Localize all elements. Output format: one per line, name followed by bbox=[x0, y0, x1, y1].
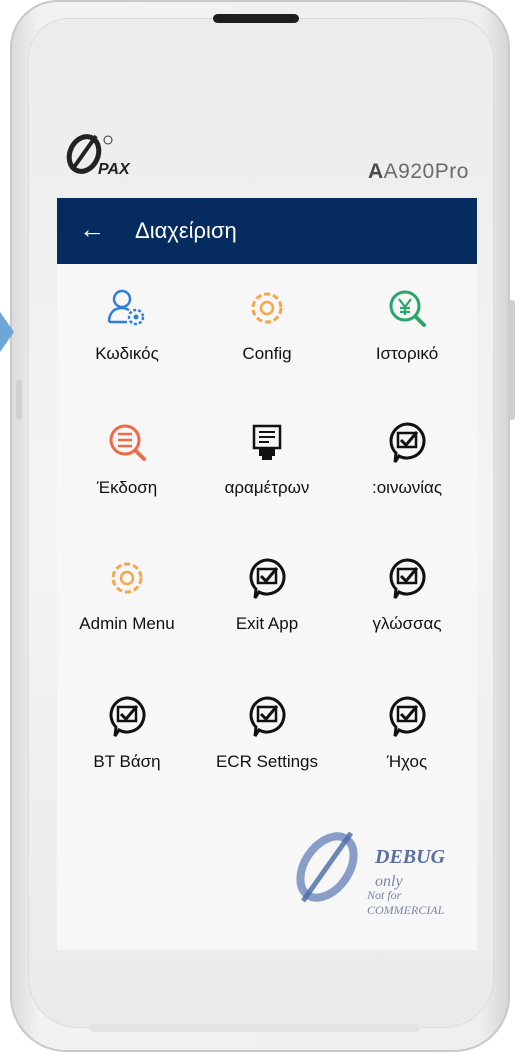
device-bottom-edge bbox=[90, 1024, 420, 1032]
screen: ← Διαχείριση Κωδικός Config Ιστορικό Έκδ… bbox=[57, 198, 477, 950]
menu-item-label: Ήχος bbox=[386, 752, 428, 771]
model-label: AA920Pro bbox=[368, 160, 469, 183]
check-bubble-icon bbox=[389, 558, 426, 599]
check-bubble-icon bbox=[109, 696, 146, 737]
left-arrow-marker bbox=[0, 312, 14, 352]
pax-logo: PAX bbox=[66, 134, 131, 178]
model-text: A920Pro bbox=[383, 160, 469, 183]
check-bubble-icon bbox=[389, 422, 426, 463]
right-side-button bbox=[509, 300, 515, 420]
menu-item-history[interactable]: Ιστορικό bbox=[337, 286, 477, 406]
printer-icon bbox=[252, 424, 282, 460]
app-bar: ← Διαχείριση bbox=[57, 198, 477, 264]
user-gear-icon bbox=[107, 289, 145, 326]
page-title: Διαχείριση bbox=[135, 218, 237, 243]
gear-icon bbox=[251, 292, 283, 324]
menu-item-label: Τε bbox=[447, 478, 477, 498]
yen-search-icon bbox=[389, 290, 426, 327]
check-bubble-icon bbox=[389, 696, 426, 737]
check-bubble-icon bbox=[249, 696, 286, 737]
back-arrow-icon[interactable]: ← bbox=[79, 214, 105, 244]
left-side-button bbox=[16, 380, 22, 420]
speaker-grille bbox=[213, 14, 299, 23]
not-commercial-text: Not for COMMERCIAL bbox=[367, 888, 445, 917]
debug-watermark-text: DEBUG only bbox=[375, 846, 477, 892]
gear-icon bbox=[111, 562, 143, 594]
menu-item-sound[interactable]: Ήχος bbox=[337, 694, 477, 814]
svg-text:PAX: PAX bbox=[98, 161, 131, 178]
debug-label: DEBUG bbox=[375, 846, 446, 868]
list-search-icon bbox=[109, 424, 146, 461]
menu-item-label: Ιστορικό bbox=[375, 344, 439, 363]
menu-item-label: Επ bbox=[447, 614, 477, 634]
check-bubble-icon bbox=[249, 558, 286, 599]
